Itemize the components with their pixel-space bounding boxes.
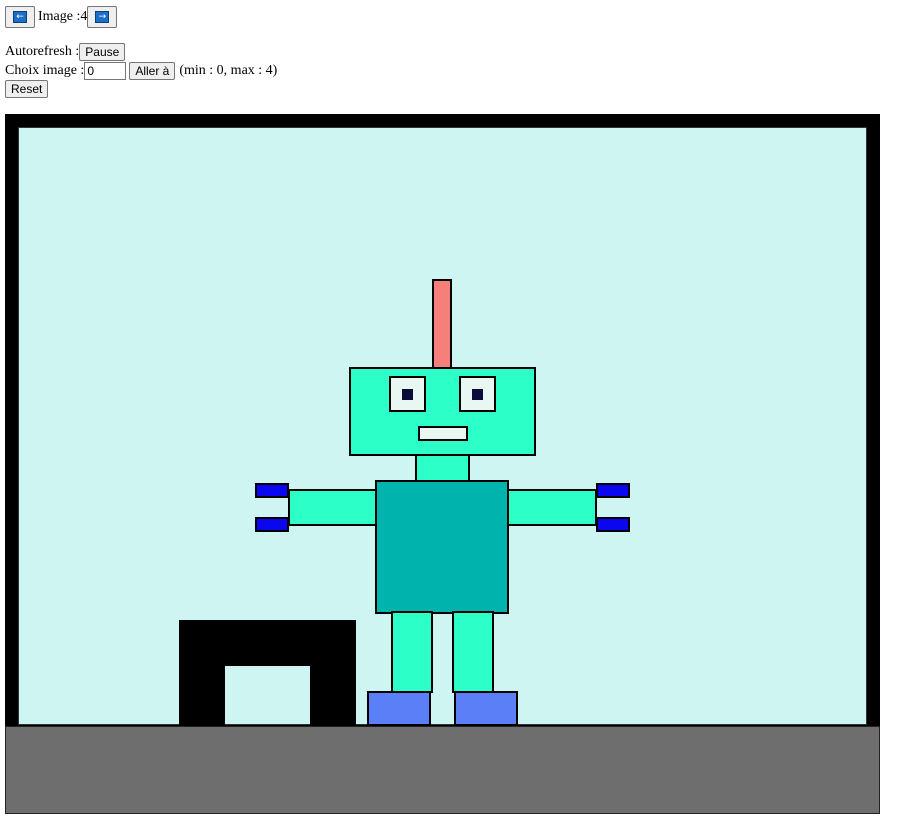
image-number: 4 <box>80 9 88 24</box>
aller-button[interactable]: Aller à <box>129 62 176 80</box>
robot-left-hand-upper <box>255 483 289 498</box>
left-arrow-icon: ← <box>13 11 27 23</box>
reset-row: Reset <box>5 80 49 98</box>
robot-mouth <box>418 426 468 441</box>
robot-right-eye <box>459 376 496 412</box>
robot-neck <box>415 454 470 483</box>
robot-right-hand-upper <box>596 483 630 498</box>
autorefresh-label: Autorefresh : <box>5 44 80 59</box>
image-label: Image : <box>38 9 81 24</box>
robot-right-leg <box>452 611 494 693</box>
robot-right-pupil <box>472 389 483 400</box>
image-number-input[interactable] <box>84 62 127 80</box>
ground <box>5 726 880 814</box>
range-hint: (min : 0, max : 4) <box>179 63 278 78</box>
choix-image-label: Choix image : <box>5 63 85 78</box>
next-image-button[interactable]: → <box>87 6 118 28</box>
arch-top <box>179 620 356 666</box>
right-arrow-icon: → <box>95 11 110 23</box>
robot-right-foot <box>454 691 518 726</box>
robot-left-hand-lower <box>255 517 289 532</box>
choix-image-row: Choix image : Aller à (min : 0, max : 4) <box>5 62 277 80</box>
robot-left-leg <box>391 611 433 693</box>
robot-left-arm <box>288 489 378 526</box>
arch-right-leg <box>310 666 356 726</box>
robot-head <box>349 367 536 456</box>
robot-torso <box>375 480 509 614</box>
robot-scene <box>5 114 880 814</box>
robot-right-arm <box>507 489 597 526</box>
robot-antenna <box>432 279 452 369</box>
pause-button[interactable]: Pause <box>79 43 126 61</box>
arch-left-leg <box>179 666 225 726</box>
image-navigation: ← Image : 4 → <box>5 6 118 28</box>
robot-right-hand-lower <box>596 517 630 532</box>
autorefresh-row: Autorefresh : Pause <box>5 43 126 61</box>
reset-button[interactable]: Reset <box>5 80 49 98</box>
robot-left-eye <box>389 376 426 412</box>
robot-left-foot <box>367 691 431 726</box>
previous-image-button[interactable]: ← <box>5 6 35 28</box>
robot-left-pupil <box>402 389 413 400</box>
